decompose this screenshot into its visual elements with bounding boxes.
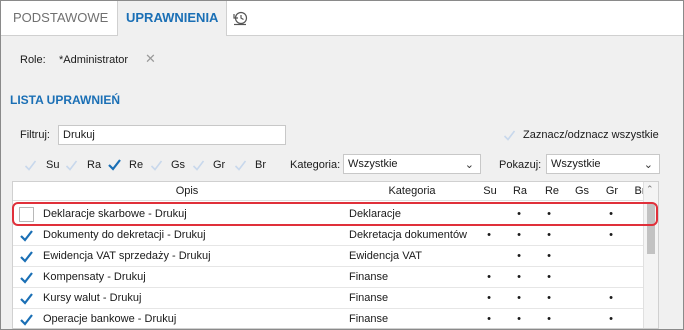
table-row[interactable]: Dokumenty do dekretacji - Drukuj Dekreta…: [13, 225, 658, 246]
row-gs: [571, 309, 591, 329]
highlight-annotation: [12, 202, 658, 226]
clear-role-icon[interactable]: ✕: [145, 51, 156, 67]
row-ra: •: [517, 313, 521, 325]
row-checkbox[interactable]: [19, 228, 34, 243]
row-gr: •: [609, 229, 613, 241]
gr-toggle-checkbox[interactable]: [191, 158, 206, 173]
show-filter-value: Wszystkie: [551, 158, 601, 170]
table-row[interactable]: Kompensaty - Drukuj Finanse • • •: [13, 267, 658, 288]
chevron-down-icon: ⌄: [643, 159, 653, 171]
row-su: •: [487, 229, 491, 241]
row-gr: •: [609, 313, 613, 325]
chevron-down-icon: ⌄: [464, 159, 474, 171]
row-opis: Ewidencja VAT sprzedaży - Drukuj: [43, 250, 211, 262]
re-toggle-checkbox[interactable]: [107, 157, 122, 172]
table-header: Opis Kategoria Su Ra Re Gs Gr Br: [13, 182, 658, 201]
su-toggle-label: Su: [46, 159, 60, 171]
tab-uprawnienia[interactable]: UPRAWNIENIA: [117, 1, 228, 36]
row-re: •: [547, 313, 551, 325]
row-gr: •: [609, 292, 613, 304]
row-su: •: [487, 271, 491, 283]
row-gr: [601, 246, 621, 266]
row-checkbox[interactable]: [19, 249, 34, 264]
scroll-up-icon[interactable]: ⌃: [646, 184, 654, 195]
table-row[interactable]: Ewidencja VAT sprzedaży - Drukuj Ewidenc…: [13, 246, 658, 267]
column-header-re[interactable]: Re: [541, 182, 563, 200]
br-toggle-label: Br: [255, 159, 266, 171]
category-filter-label: Kategoria:: [290, 159, 341, 171]
row-kategoria: Finanse: [349, 271, 389, 283]
row-opis: Dokumenty do dekretacji - Drukuj: [43, 229, 206, 241]
gs-toggle-label: Gs: [171, 159, 186, 171]
row-re: •: [547, 292, 551, 304]
row-re: •: [547, 271, 551, 283]
toggle-all-label: Zaznacz/odznacz wszystkie: [523, 129, 659, 141]
row-opis: Operacje bankowe - Drukuj: [43, 313, 177, 325]
toggle-all-checkbox[interactable]: [502, 128, 517, 143]
row-checkbox[interactable]: [19, 270, 34, 285]
history-clock-icon[interactable]: [231, 9, 249, 27]
row-su: •: [487, 313, 491, 325]
table-row[interactable]: Kursy walut - Drukuj Finanse • • • •: [13, 288, 658, 309]
category-filter-select[interactable]: Wszystkie ⌄: [343, 154, 481, 174]
row-gs: [571, 246, 591, 266]
row-re: •: [547, 229, 551, 241]
row-kategoria: Finanse: [349, 313, 389, 325]
ra-toggle-label: Ra: [87, 159, 102, 171]
tab-bar: PODSTAWOWE UPRAWNIENIA: [1, 1, 683, 36]
br-toggle-checkbox[interactable]: [233, 158, 248, 173]
row-ra: •: [517, 292, 521, 304]
show-filter-select[interactable]: Wszystkie ⌄: [546, 154, 660, 174]
row-gs: [571, 225, 591, 245]
column-header-opis[interactable]: Opis: [37, 182, 337, 200]
su-toggle-checkbox[interactable]: [23, 158, 38, 173]
permissions-window: PODSTAWOWE UPRAWNIENIA Role: *Administra…: [0, 0, 684, 330]
row-opis: Kompensaty - Drukuj: [43, 271, 146, 283]
role-value: *Administrator: [59, 54, 129, 66]
ra-toggle-checkbox[interactable]: [64, 158, 79, 173]
column-header-su[interactable]: Su: [479, 182, 501, 200]
column-header-gr[interactable]: Gr: [601, 182, 623, 200]
row-ra: •: [517, 229, 521, 241]
row-su: •: [487, 292, 491, 304]
row-checkbox[interactable]: [19, 291, 34, 306]
row-gr: [601, 267, 621, 287]
row-su: [479, 246, 499, 266]
role-label: Role:: [20, 54, 46, 66]
row-opis: Kursy walut - Drukuj: [43, 292, 142, 304]
row-gs: [571, 267, 591, 287]
column-header-ra[interactable]: Ra: [509, 182, 531, 200]
table-row[interactable]: Operacje bankowe - Drukuj Finanse • • • …: [13, 309, 658, 329]
row-checkbox[interactable]: [19, 312, 34, 327]
row-ra: •: [517, 271, 521, 283]
column-header-gs[interactable]: Gs: [571, 182, 593, 200]
gs-toggle-checkbox[interactable]: [149, 158, 164, 173]
tab-podstawowe[interactable]: PODSTAWOWE: [5, 1, 116, 35]
row-kategoria: Dekretacja dokumentów: [349, 229, 468, 241]
category-filter-value: Wszystkie: [348, 158, 398, 170]
row-re: •: [547, 250, 551, 262]
row-gs: [571, 288, 591, 308]
row-kategoria: Ewidencja VAT: [349, 250, 422, 262]
row-ra: •: [517, 250, 521, 262]
filter-label: Filtruj:: [20, 129, 50, 141]
section-title: LISTA UPRAWNIEŃ: [10, 93, 120, 107]
gr-toggle-label: Gr: [213, 159, 226, 171]
row-kategoria: Finanse: [349, 292, 389, 304]
show-filter-label: Pokazuj:: [499, 159, 542, 171]
filter-input[interactable]: Drukuj: [58, 125, 286, 145]
column-header-kategoria[interactable]: Kategoria: [347, 182, 477, 200]
re-toggle-label: Re: [129, 159, 144, 171]
